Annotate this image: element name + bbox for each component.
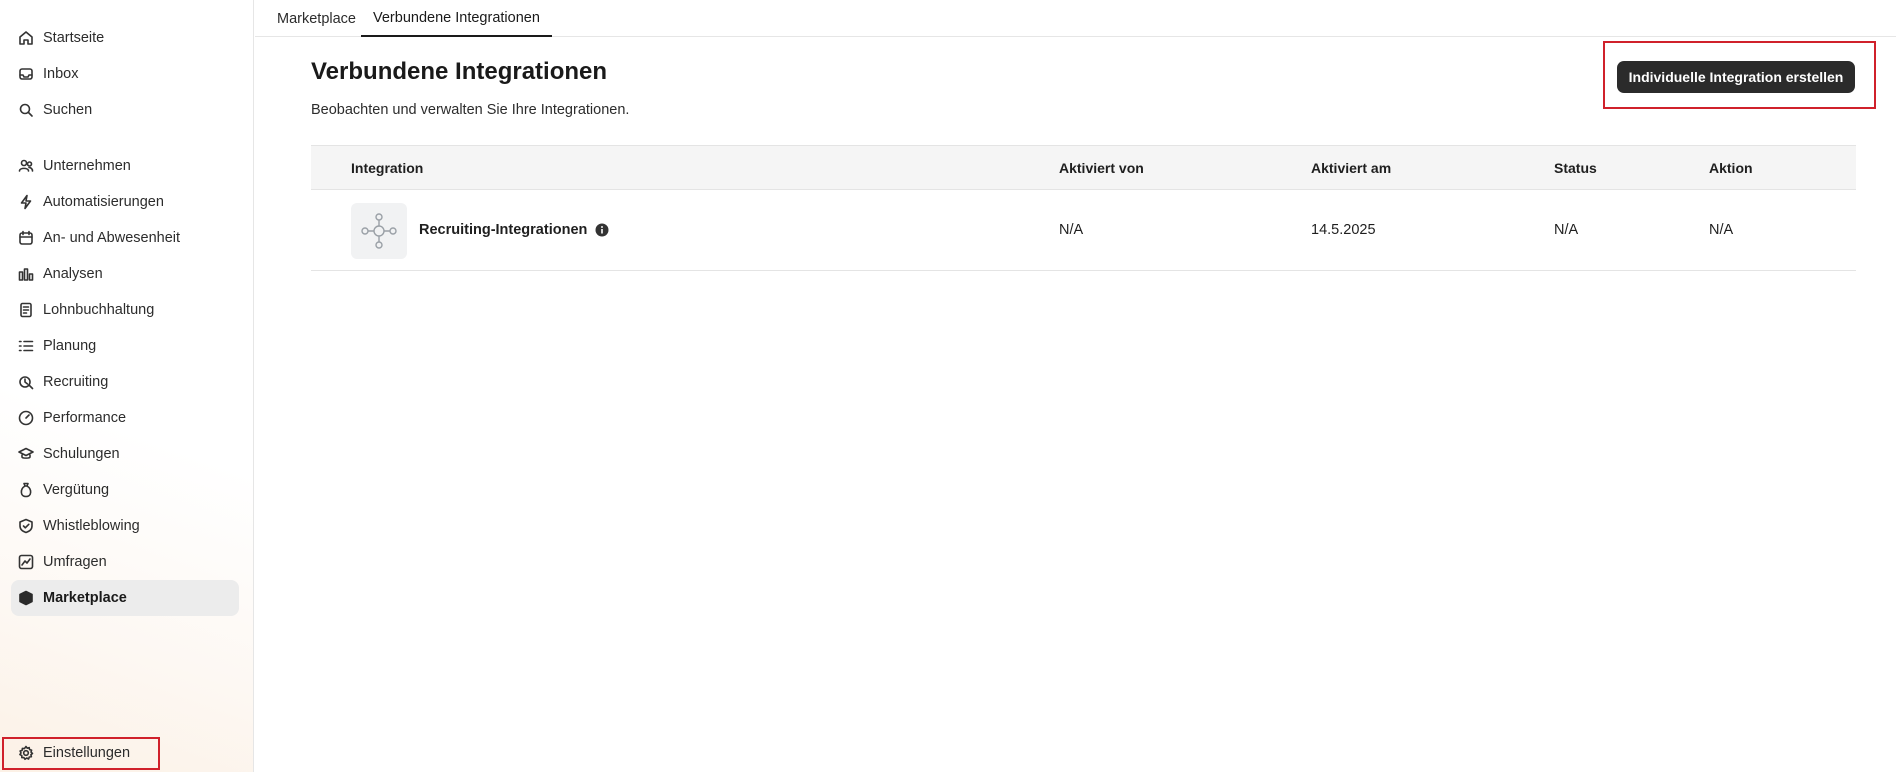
sidebar-item-label: Vergütung xyxy=(43,482,110,498)
info-icon[interactable] xyxy=(595,223,609,237)
integrations-table: Integration Aktiviert von Aktiviert am S… xyxy=(311,145,1856,271)
column-header-integration: Integration xyxy=(351,159,424,176)
sidebar-item-label: Whistleblowing xyxy=(43,518,140,534)
gear-icon xyxy=(17,744,35,762)
home-icon xyxy=(17,29,35,47)
integration-name-cell: Recruiting-Integrationen xyxy=(419,190,609,270)
shield-check-icon xyxy=(17,517,35,535)
sidebar-item-inbox[interactable]: Inbox xyxy=(11,56,239,92)
sidebar-item-unternehmen[interactable]: Unternehmen xyxy=(11,148,239,184)
sidebar-item-analysen[interactable]: Analysen xyxy=(11,256,239,292)
sidebar-item-abwesenheit[interactable]: An- und Abwesenheit xyxy=(11,220,239,256)
sidebar-item-label: Schulungen xyxy=(43,446,120,462)
document-icon xyxy=(17,301,35,319)
cube-icon xyxy=(17,589,35,607)
sidebar: Startseite Inbox Suchen Unternehmen Auto… xyxy=(0,0,254,772)
inbox-icon xyxy=(17,65,35,83)
tab-bar: Marketplace Verbundene Integrationen xyxy=(255,0,1896,37)
sidebar-item-startseite[interactable]: Startseite xyxy=(11,20,239,56)
sidebar-item-label: Unternehmen xyxy=(43,158,131,174)
sidebar-item-label: Marketplace xyxy=(43,590,127,606)
sidebar-item-label: Performance xyxy=(43,410,127,426)
table-header: Integration Aktiviert von Aktiviert am S… xyxy=(311,145,1856,190)
calendar-icon xyxy=(17,229,35,247)
integration-name[interactable]: Recruiting-Integrationen xyxy=(419,222,587,238)
graduation-cap-icon xyxy=(17,445,35,463)
trend-chart-icon xyxy=(17,553,35,571)
integration-hub-icon xyxy=(351,203,407,259)
tab-verbundene-integrationen[interactable]: Verbundene Integrationen xyxy=(361,0,552,37)
column-header-status: Status xyxy=(1554,159,1597,176)
sidebar-item-umfragen[interactable]: Umfragen xyxy=(11,544,239,580)
column-header-action: Aktion xyxy=(1709,159,1753,176)
sidebar-item-label: An- und Abwesenheit xyxy=(43,230,181,246)
lightning-icon xyxy=(17,193,35,211)
sidebar-item-performance[interactable]: Performance xyxy=(11,400,239,436)
sidebar-item-label: Analysen xyxy=(43,266,103,282)
sidebar-item-label: Einstellungen xyxy=(43,745,131,761)
list-icon xyxy=(17,337,35,355)
money-bag-icon xyxy=(17,481,35,499)
create-custom-integration-button[interactable]: Individuelle Integration erstellen xyxy=(1617,61,1855,93)
users-icon xyxy=(17,157,35,175)
search-icon xyxy=(17,101,35,119)
activated-by-cell: N/A xyxy=(1059,222,1084,238)
sidebar-item-einstellungen[interactable]: Einstellungen xyxy=(11,735,239,771)
sidebar-item-label: Recruiting xyxy=(43,374,109,390)
column-header-activated-on: Aktiviert am xyxy=(1311,159,1392,176)
sidebar-item-label: Planung xyxy=(43,338,97,354)
sidebar-item-label: Automatisierungen xyxy=(43,194,164,210)
sidebar-item-suchen[interactable]: Suchen xyxy=(11,92,239,128)
sidebar-item-label: Lohnbuchhaltung xyxy=(43,302,155,318)
sidebar-item-automatisierungen[interactable]: Automatisierungen xyxy=(11,184,239,220)
status-cell: N/A xyxy=(1554,222,1579,238)
tab-marketplace[interactable]: Marketplace xyxy=(265,0,368,37)
recruiting-icon xyxy=(17,373,35,391)
sidebar-item-whistleblowing[interactable]: Whistleblowing xyxy=(11,508,239,544)
activated-on-cell: 14.5.2025 xyxy=(1311,222,1376,238)
sidebar-item-recruiting[interactable]: Recruiting xyxy=(11,364,239,400)
sidebar-item-label: Umfragen xyxy=(43,554,107,570)
column-header-activated-by: Aktiviert von xyxy=(1059,159,1144,176)
sidebar-item-verguetung[interactable]: Vergütung xyxy=(11,472,239,508)
sidebar-item-label: Startseite xyxy=(43,30,105,46)
sidebar-item-lohnbuchhaltung[interactable]: Lohnbuchhaltung xyxy=(11,292,239,328)
bar-chart-icon xyxy=(17,265,35,283)
sidebar-item-label: Suchen xyxy=(43,102,93,118)
gauge-icon xyxy=(17,409,35,427)
sidebar-item-schulungen[interactable]: Schulungen xyxy=(11,436,239,472)
page-title: Verbundene Integrationen xyxy=(311,58,608,85)
sidebar-item-planung[interactable]: Planung xyxy=(11,328,239,364)
sidebar-item-marketplace[interactable]: Marketplace xyxy=(11,580,239,616)
table-row[interactable]: Recruiting-Integrationen N/A 14.5.2025 N… xyxy=(311,190,1856,271)
page-subtitle: Beobachten und verwalten Sie Ihre Integr… xyxy=(311,102,630,118)
sidebar-item-label: Inbox xyxy=(43,66,79,82)
action-cell[interactable]: N/A xyxy=(1709,190,1733,270)
